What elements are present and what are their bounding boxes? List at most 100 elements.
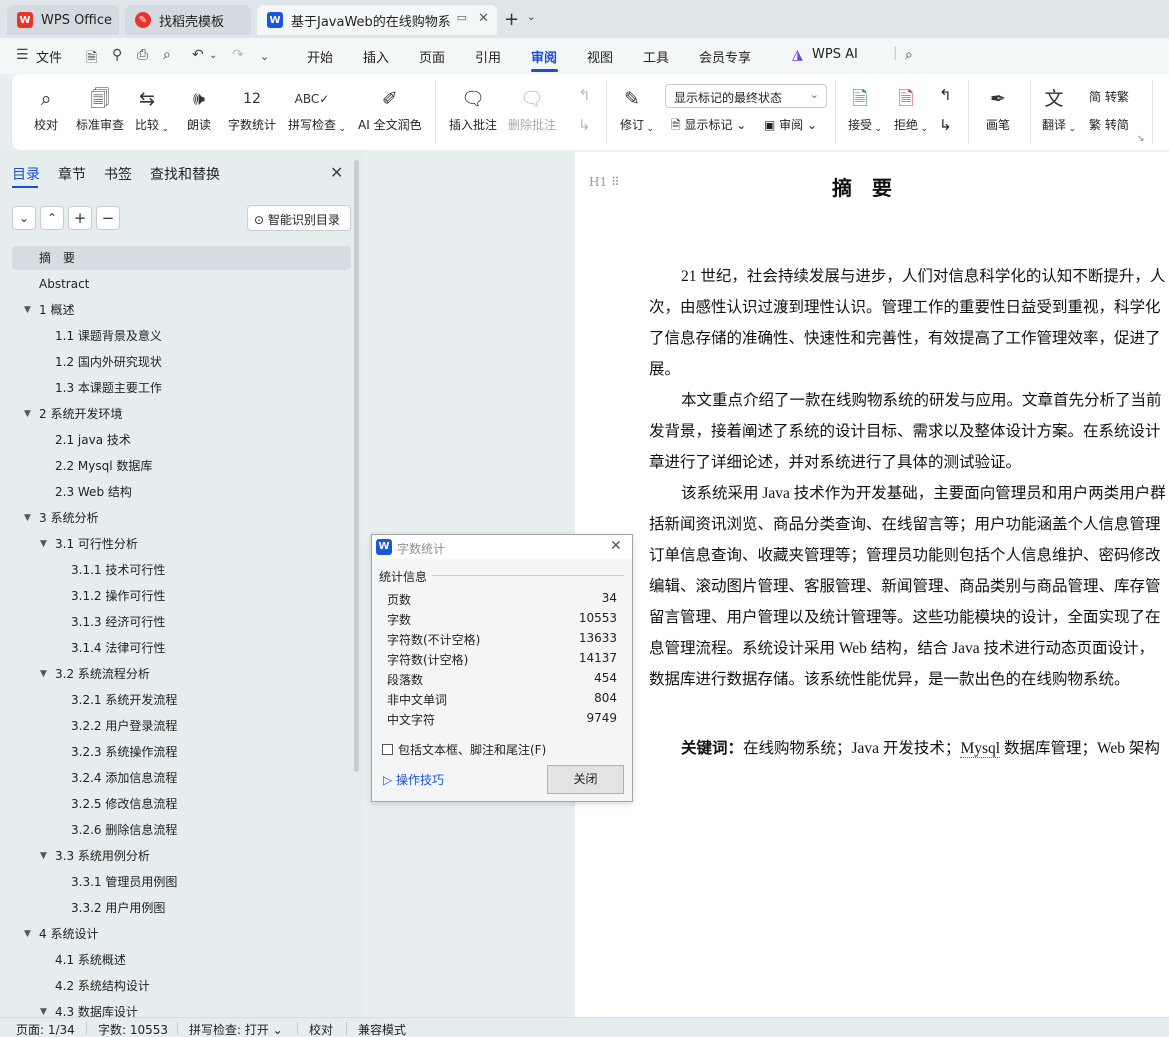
revise-button[interactable]: ✎ 修订 ⌄ (620, 84, 654, 134)
new-tab-icon[interactable]: + (504, 9, 519, 30)
tab-bookmarks[interactable]: 书签 (104, 164, 132, 184)
pen-button[interactable]: ✒ 画笔 (986, 84, 1010, 133)
add-icon[interactable]: + (68, 206, 92, 230)
tab-wps-office[interactable]: W WPS Office (7, 5, 119, 35)
toc-item[interactable]: 3.3.1 管理员用例图 (12, 870, 351, 894)
more-chevron-icon[interactable]: ⌄ (260, 50, 269, 63)
menu-view[interactable]: 视图 (587, 47, 613, 66)
expand-icon[interactable]: ⌃ (40, 206, 64, 230)
show-markup-button[interactable]: 🗎 显示标记 ⌄ (671, 116, 746, 137)
toc-item[interactable]: ▼ 3.2 系统流程分析 (12, 662, 351, 686)
menu-membership[interactable]: 会员专享 (699, 47, 751, 66)
toc-item[interactable]: 3.3.2 用户用例图 (12, 896, 351, 920)
menu-wps-ai[interactable]: WPS AI (812, 47, 858, 62)
tab-docer[interactable]: ✎ 找稻壳模板 (125, 5, 251, 35)
toc-item[interactable]: ▼ 3.1 可行性分析 (12, 532, 351, 556)
link-icon[interactable]: ⚲ (112, 47, 122, 63)
menu-start[interactable]: 开始 (307, 47, 333, 66)
translate-button[interactable]: 文翻译 ⌄ (1042, 84, 1076, 134)
menu-review[interactable]: 审阅 (531, 47, 557, 66)
document-page[interactable]: H1 ⠿ 摘要 21 世纪，社会持续发展与进步，人们对信息科学化的认知不断提升，… (575, 152, 1169, 1017)
expand-triangle-icon[interactable]: ▼ (24, 922, 31, 946)
toc-item[interactable]: 3.1.2 操作可行性 (12, 584, 351, 608)
expand-triangle-icon[interactable]: ▼ (40, 532, 47, 556)
print-preview-icon[interactable]: ⌕ (163, 47, 171, 63)
remove-icon[interactable]: − (96, 206, 120, 230)
accept-button[interactable]: 🗎 接受 ⌄ (848, 84, 882, 134)
toc-item[interactable]: 3.1.3 经济可行性 (12, 610, 351, 634)
menu-insert[interactable]: 插入 (363, 47, 389, 66)
expand-triangle-icon[interactable]: ▼ (40, 662, 47, 686)
page-indicator[interactable]: 页面: 1/34 (16, 1021, 75, 1037)
toc-item[interactable]: Abstract (12, 272, 351, 296)
chevron-down-icon[interactable]: ⌄ (527, 12, 535, 23)
monitor-icon[interactable]: ▭ (457, 11, 467, 24)
expand-triangle-icon[interactable]: ▼ (24, 298, 31, 322)
ai-polish-button[interactable]: ✐ AI 全文润色 (358, 84, 422, 133)
toc-item[interactable]: 3.1.1 技术可行性 (12, 558, 351, 582)
insert-comment-button[interactable]: 🗨 插入批注 (449, 84, 497, 133)
toc-item[interactable]: 4.2 系统结构设计 (12, 974, 351, 998)
menu-page[interactable]: 页面 (419, 47, 445, 66)
save-icon[interactable]: 🗎 (86, 47, 97, 71)
ai-toc-button[interactable]: ⊙ 智能识别目录 (247, 205, 351, 231)
spell-check-button[interactable]: ABC✓ 拼写检查 ⌄ (288, 84, 346, 134)
word-count-indicator[interactable]: 字数: 10553 (98, 1021, 168, 1037)
toc-item[interactable]: ▼ 3.3 系统用例分析 (12, 844, 351, 868)
toc-item[interactable]: 3.2.5 修改信息流程 (12, 792, 351, 816)
toc-item[interactable]: 4.1 系统概述 (12, 948, 351, 972)
close-icon[interactable]: ✕ (610, 538, 622, 554)
dialog-titlebar[interactable]: W 字数统计 ✕ (372, 535, 632, 559)
tab-find-replace[interactable]: 查找和替换 (150, 164, 220, 184)
to-traditional-button[interactable]: 简 转繁 (1089, 88, 1129, 105)
search-icon[interactable]: ⌕ (905, 47, 913, 63)
toc-item[interactable]: 3.2.1 系统开发流程 (12, 688, 351, 712)
undo-dropdown-icon[interactable]: ⌄ (209, 50, 217, 61)
print-icon[interactable]: ⎙ (137, 47, 148, 63)
toc-item[interactable]: ▼ 2 系统开发环境 (12, 402, 351, 426)
menu-tools[interactable]: 工具 (643, 47, 669, 66)
toc-item[interactable]: 3.2.2 用户登录流程 (12, 714, 351, 738)
collapse-icon[interactable]: ⌄ (12, 206, 36, 230)
toc-item[interactable]: ▼ 1 概述 (12, 298, 351, 322)
tab-toc[interactable]: 目录 (12, 164, 40, 184)
toc-item[interactable]: 2.1 java 技术 (12, 428, 351, 452)
toc-item[interactable]: ▼ 4 系统设计 (12, 922, 351, 946)
compare-button[interactable]: ⇆ 比较 ⌄ (135, 84, 169, 134)
menu-file[interactable]: 文件 (36, 47, 62, 66)
menu-reference[interactable]: 引用 (475, 47, 501, 66)
toc-item[interactable]: ▼ 4.3 数据库设计 (12, 1000, 351, 1017)
reject-button[interactable]: 🗎 拒绝 ⌄ (894, 84, 928, 134)
close-icon[interactable]: ✕ (330, 163, 343, 182)
close-icon[interactable]: ✕ (478, 11, 489, 26)
standard-review-button[interactable]: 🗐 标准审查 (76, 84, 124, 133)
tab-document[interactable]: W 基于JavaWeb的在线购物系统 ▭ ✕ (257, 5, 497, 35)
read-aloud-button[interactable]: 🕪 朗读 (187, 84, 211, 133)
close-button[interactable]: 关闭 (547, 765, 624, 794)
proofread-button[interactable]: ⌕ 校对 (34, 84, 58, 133)
hamburger-icon[interactable]: ☰ (16, 47, 29, 63)
expand-triangle-icon[interactable]: ▼ (24, 506, 31, 530)
proof-indicator[interactable]: 校对 (309, 1021, 333, 1037)
toc-item[interactable]: 3.2.4 添加信息流程 (12, 766, 351, 790)
toc-item[interactable]: 1.3 本课题主要工作 (12, 376, 351, 400)
toc-item[interactable]: 1.1 课题背景及意义 (12, 324, 351, 348)
toc-item[interactable]: 摘 要 (12, 246, 351, 270)
review-pane-button[interactable]: ▣ 审阅 ⌄ (764, 116, 817, 133)
prev-change-icon[interactable]: ↰ (939, 86, 952, 104)
toc-item[interactable]: 3.2.6 删除信息流程 (12, 818, 351, 842)
expand-triangle-icon[interactable]: ▼ (40, 1000, 47, 1017)
toc-item[interactable]: 1.2 国内外研究现状 (12, 350, 351, 374)
toc-item[interactable]: 2.2 Mysql 数据库 (12, 454, 351, 478)
toc-item[interactable]: 2.3 Web 结构 (12, 480, 351, 504)
toc-scrollbar[interactable] (354, 160, 359, 772)
word-count-button[interactable]: 12 字数统计 (228, 84, 276, 133)
toc-item[interactable]: 3.1.4 法律可行性 (12, 636, 351, 660)
next-change-icon[interactable]: ↳ (939, 116, 952, 134)
undo-icon[interactable]: ↶ (192, 47, 204, 63)
expand-triangle-icon[interactable]: ▼ (40, 844, 47, 868)
toc-item[interactable]: ▼ 3 系统分析 (12, 506, 351, 530)
tips-link[interactable]: ▷ 操作技巧 (383, 771, 444, 788)
markup-state-select[interactable]: 显示标记的最终状态 ⌄ (665, 84, 827, 108)
toc-item[interactable]: 3.2.3 系统操作流程 (12, 740, 351, 764)
